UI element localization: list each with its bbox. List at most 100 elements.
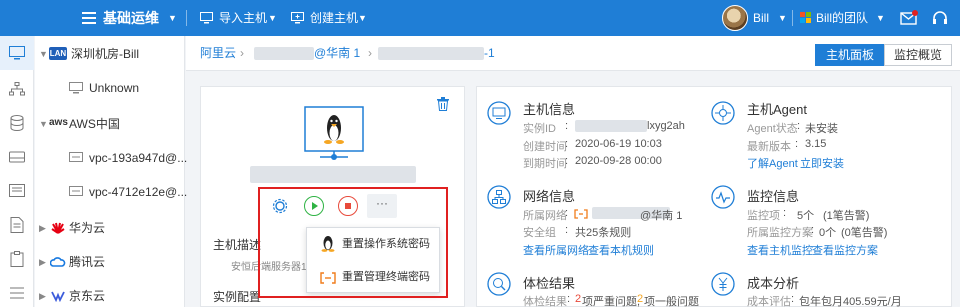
security-group-label: 安全组 xyxy=(523,227,556,239)
redacted-host-name xyxy=(250,166,416,183)
colon: : xyxy=(811,224,815,236)
learn-agent-link[interactable]: 了解Agent xyxy=(747,155,798,171)
network-label: 所属网络 xyxy=(523,210,567,222)
breadcrumb-region[interactable]: @华南 1 xyxy=(314,36,360,71)
tab-host-panel[interactable]: 主机面板 xyxy=(815,44,885,66)
redacted-instance-id xyxy=(575,120,647,132)
monitor-chart-icon xyxy=(711,185,735,209)
normal-text: 项一般问题 xyxy=(644,296,699,307)
colon: : xyxy=(791,293,795,305)
sidebar-item-certificate[interactable] xyxy=(0,174,34,208)
colon: : xyxy=(565,155,569,167)
message-icon[interactable] xyxy=(900,10,918,29)
install-agent-link[interactable]: 立即安装 xyxy=(800,155,844,171)
tree-item-vpc-1[interactable]: vpc-193a947d@... xyxy=(35,148,188,168)
import-host-button[interactable]: 导入主机 xyxy=(219,0,267,36)
avatar[interactable] xyxy=(722,5,748,31)
host-info-panel: 主机信息 实例ID : lxyg2ah 创建时间 : 2020-06-19 10… xyxy=(476,86,952,307)
lan-badge-icon: LAN xyxy=(49,47,67,60)
tree-item-tencent[interactable]: ▶ 腾讯云 xyxy=(35,252,185,272)
cost-icon xyxy=(711,272,735,296)
tree-item-label: vpc-193a947d@... xyxy=(89,151,188,165)
hamburger-menu-icon[interactable] xyxy=(82,11,96,25)
breadcrumb-cloud[interactable]: 阿里云 xyxy=(200,36,236,71)
colon: : xyxy=(795,138,799,150)
tree-item-label: Unknown xyxy=(89,81,140,95)
tab-monitor-overview[interactable]: 监控概览 xyxy=(884,44,952,66)
sidebar-item-list[interactable] xyxy=(0,276,34,307)
tree-item-label: 腾讯云 xyxy=(69,255,106,269)
topology-icon xyxy=(9,82,25,96)
app-title[interactable]: 基础运维 xyxy=(103,0,159,36)
health-title: 体检结果 xyxy=(523,276,576,291)
chevron-down-icon[interactable]: ▼ xyxy=(168,0,177,36)
team-name[interactable]: Bill的团队 xyxy=(816,0,868,36)
chevron-right-icon: › xyxy=(368,46,372,60)
huawei-logo-icon xyxy=(51,222,65,234)
resource-tree: ▼ LAN 深圳机房-Bill Unknown ▼ aws AWS中国 vpc-… xyxy=(35,36,188,307)
monitor-plan-value: 0个 xyxy=(819,227,837,239)
divider xyxy=(186,10,187,26)
colon: : xyxy=(567,293,571,305)
view-host-monitor-link[interactable]: 查看主机监控 xyxy=(747,242,813,258)
chevron-down-icon[interactable]: ▼ xyxy=(778,0,787,36)
chevron-down-icon[interactable]: ▼ xyxy=(268,0,277,36)
colon: : xyxy=(565,207,569,219)
redacted-region xyxy=(254,47,314,60)
view-network-link[interactable]: 查看所属网络 xyxy=(523,242,589,258)
colon: : xyxy=(783,207,787,219)
agent-status-value: 未安装 xyxy=(805,123,838,135)
cost-eval-value: 包年包月405.59元/月 xyxy=(799,296,902,307)
severe-count: 2 xyxy=(575,293,582,305)
sidebar-item-documents[interactable] xyxy=(0,208,34,242)
document-icon xyxy=(10,217,24,233)
tree-item-vpc-2[interactable]: vpc-4712e12e@... xyxy=(35,182,188,202)
sidebar-item-database[interactable] xyxy=(0,106,34,140)
breadcrumb-instance[interactable]: -1 xyxy=(484,36,495,71)
view-monitor-plan-link[interactable]: 查看监控方案 xyxy=(812,242,878,258)
monitor-items-value: 5个 xyxy=(797,210,815,222)
certificate-icon xyxy=(9,184,25,197)
sidebar-item-topology[interactable] xyxy=(0,72,34,106)
tree-item-jd[interactable]: ▶ 京东云 xyxy=(35,286,185,306)
sidebar-item-storage[interactable] xyxy=(0,140,34,174)
user-name[interactable]: Bill xyxy=(753,0,769,36)
tree-item-huawei[interactable]: ▶ 华为云 xyxy=(35,218,185,238)
agent-status-label: Agent状态 xyxy=(747,123,798,135)
create-host-icon xyxy=(291,12,304,27)
clipboard-icon xyxy=(10,251,24,267)
host-info-title: 主机信息 xyxy=(523,102,576,117)
delete-icon[interactable] xyxy=(437,97,449,114)
view-rules-link[interactable]: 查看本机规则 xyxy=(588,242,654,258)
linux-host-icon xyxy=(304,106,364,164)
headset-icon[interactable] xyxy=(932,10,948,29)
chevron-right-icon[interactable]: ▶ xyxy=(39,218,46,238)
monitor-icon xyxy=(9,46,25,60)
security-group-value: 共25条规则 xyxy=(575,227,632,239)
chevron-down-icon[interactable]: ▼ xyxy=(39,114,48,134)
sidebar-item-clipboard[interactable] xyxy=(0,242,34,276)
divider xyxy=(792,10,793,26)
monitor-title: 监控信息 xyxy=(747,189,800,204)
sidebar-item-hosts[interactable] xyxy=(0,36,34,70)
highlight-annotation xyxy=(258,187,448,298)
create-host-button[interactable]: 创建主机 xyxy=(310,0,358,36)
chevron-right-icon[interactable]: ▶ xyxy=(39,286,46,306)
monitor-items-note: (1笔告警) xyxy=(823,210,870,222)
created-time-value: 2020-06-19 10:03 xyxy=(575,138,662,150)
instance-config-label: 实例配置 xyxy=(213,290,262,304)
network-icon xyxy=(487,185,511,209)
tencent-cloud-icon xyxy=(50,257,66,267)
aws-logo-icon: aws xyxy=(49,117,68,128)
network-value: @华南 1 xyxy=(640,210,683,222)
tree-item-unknown[interactable]: Unknown xyxy=(35,78,185,98)
instance-id-value: lxyg2ah xyxy=(647,120,685,132)
tree-item-aws[interactable]: ▼ aws AWS中国 xyxy=(35,114,185,134)
tree-item-label: vpc-4712e12e@... xyxy=(89,185,188,199)
chevron-down-icon[interactable]: ▼ xyxy=(39,44,48,64)
chevron-right-icon[interactable]: ▶ xyxy=(39,252,46,272)
module-sidebar xyxy=(0,36,34,307)
chevron-down-icon[interactable]: ▼ xyxy=(358,0,367,36)
tree-item-shenzhen[interactable]: ▼ LAN 深圳机房-Bill xyxy=(35,44,185,64)
chevron-down-icon[interactable]: ▼ xyxy=(876,0,885,36)
